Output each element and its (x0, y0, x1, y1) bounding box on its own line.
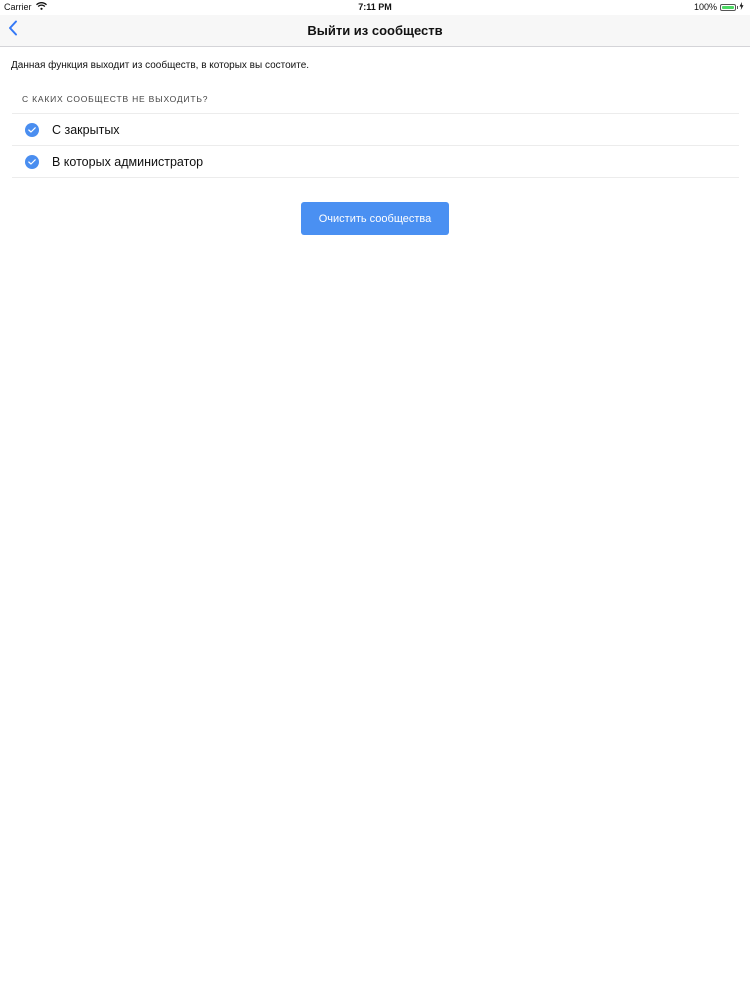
option-label: В которых администратор (52, 155, 204, 169)
battery-fill (722, 5, 734, 9)
screen: Carrier 7:11 PM 100% Выйти из сообществ … (0, 0, 750, 1000)
battery-percent: 100% (693, 2, 717, 12)
description-text: Данная функция выходит из сообществ, в к… (11, 60, 310, 71)
option-closed-communities[interactable]: С закрытых (12, 114, 739, 146)
battery-cap (736, 6, 738, 9)
option-admin-communities[interactable]: В которых администратор (12, 146, 739, 178)
option-label: С закрытых (52, 123, 120, 137)
status-time: 7:11 PM (358, 2, 392, 12)
clear-communities-button[interactable]: Очистить сообщества (301, 202, 449, 235)
status-right: 100% (694, 2, 744, 12)
status-bar: Carrier 7:11 PM 100% (0, 0, 750, 15)
section-header: С КАКИХ СООБЩЕСТВ НЕ ВЫХОДИТЬ? (22, 94, 209, 104)
options-list: С закрытых В которых администратор (12, 113, 739, 178)
charging-bolt-icon (739, 2, 744, 12)
battery-icon (720, 3, 738, 11)
checkmark-icon[interactable] (25, 123, 39, 137)
navigation-bar: Выйти из сообществ (0, 15, 750, 47)
checkmark-icon[interactable] (25, 155, 39, 169)
page-title: Выйти из сообществ (307, 23, 443, 38)
